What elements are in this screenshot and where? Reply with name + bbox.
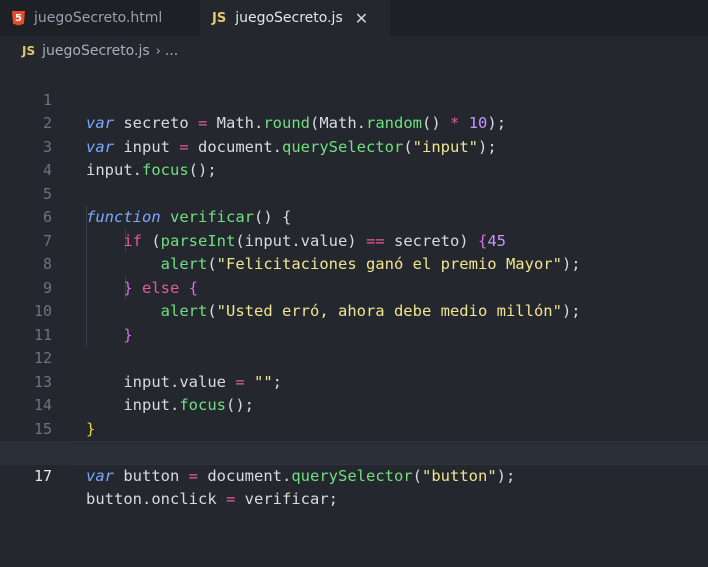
- code-text: button.onclick = verificar;: [86, 490, 338, 508]
- code-line[interactable]: 5 function verificar() {: [0, 159, 708, 227]
- breadcrumb-file[interactable]: juegoSecreto.js: [42, 43, 150, 59]
- tab-label: juegoSecreto.js: [235, 10, 343, 26]
- html5-icon: 5: [12, 10, 25, 26]
- code-line[interactable]: 7 alert("Felicitaciones ganó el premio M…: [0, 206, 708, 274]
- breadcrumb: JS juegoSecreto.js › ...: [0, 40, 708, 62]
- code-line[interactable]: 8 } else {: [0, 230, 708, 297]
- js-file-icon: JS: [22, 44, 36, 58]
- close-icon[interactable]: ✕: [355, 9, 368, 28]
- code-line[interactable]: 14 }: [0, 371, 708, 438]
- code-line[interactable]: 12 input.value = "";: [0, 324, 708, 391]
- code-line[interactable]: 16 var button = document.querySelector("…: [0, 418, 708, 485]
- tab-bar: 5 juegoSecreto.html JS juegoSecreto.js ✕: [0, 0, 708, 36]
- code-line[interactable]: 6 if (parseInt(input.value) == secreto) …: [0, 183, 708, 250]
- code-text: var button = document.querySelector("but…: [86, 466, 516, 485]
- line-number: 17: [33, 466, 52, 485]
- js-file-icon: JS: [212, 10, 227, 26]
- code-line[interactable]: 13 input.focus();: [0, 347, 708, 415]
- code-line[interactable]: 15: [0, 394, 708, 438]
- tab-juegosecreto-html[interactable]: 5 juegoSecreto.html: [0, 0, 200, 36]
- code-line[interactable]: 2 var input = document.querySelector("in…: [0, 89, 708, 156]
- tab-label: juegoSecreto.html: [34, 10, 163, 26]
- breadcrumb-more[interactable]: ...: [165, 43, 178, 59]
- code-line[interactable]: 3 input.focus();: [0, 112, 708, 180]
- code-line[interactable]: 1 var secreto = Math.round(Math.random()…: [0, 65, 708, 133]
- code-line-current[interactable]: 17 button.onclick = verificar;: [0, 441, 708, 508]
- chevron-right-icon: ›: [155, 43, 161, 59]
- code-line[interactable]: 10 }: [0, 277, 708, 344]
- code-editor[interactable]: 1 var secreto = Math.round(Math.random()…: [0, 65, 708, 508]
- code-line[interactable]: 9 alert("Usted erró, ahora debe medio mi…: [0, 253, 708, 321]
- tab-juegosecreto-js[interactable]: JS juegoSecreto.js ✕: [200, 0, 390, 36]
- code-line[interactable]: 11: [0, 300, 708, 344]
- code-line[interactable]: 4: [0, 136, 708, 179]
